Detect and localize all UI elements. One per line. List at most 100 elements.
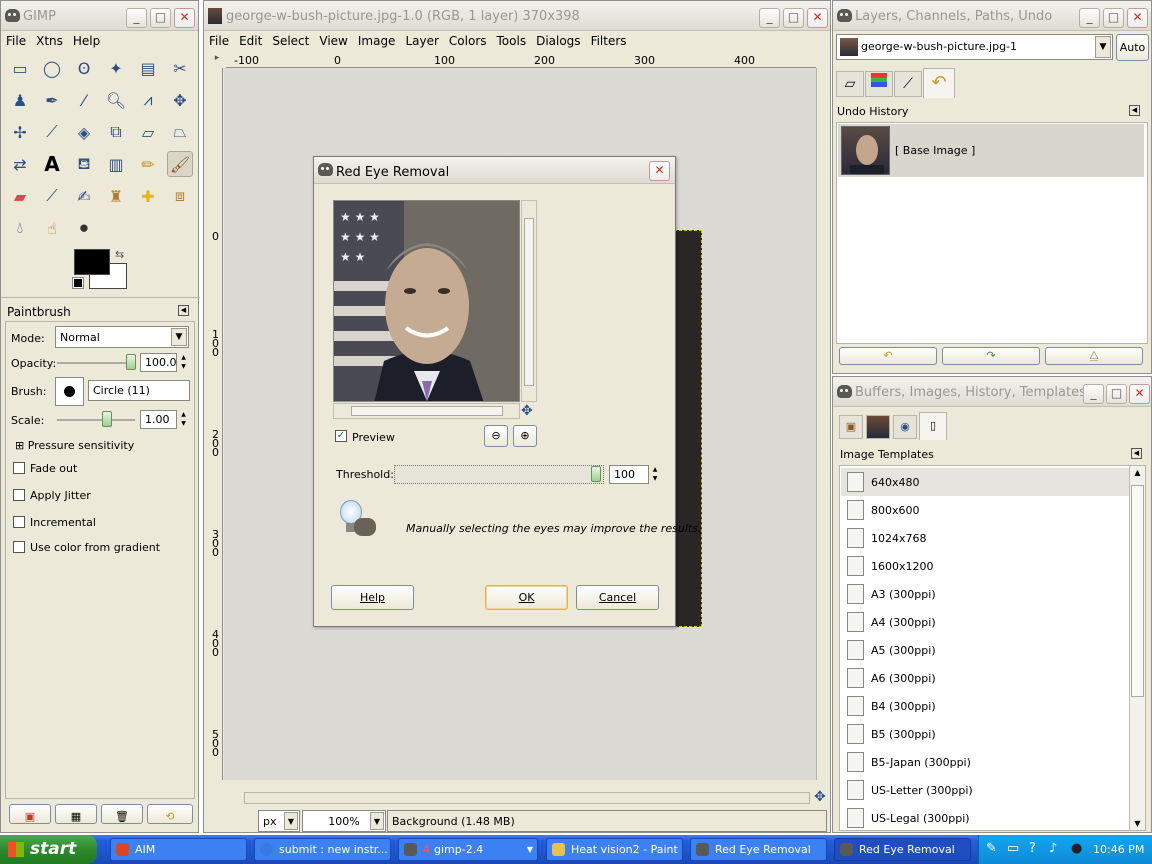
maximize-button[interactable]: □ [1106,384,1127,404]
delete-options-button[interactable]: 🗑︎ [101,804,143,824]
menu-dialogs[interactable]: Dialogs [531,31,585,51]
templates-scrollbar[interactable]: ▲ ▼ [1129,466,1145,830]
menu-colors[interactable]: Colors [444,31,492,51]
template-row[interactable]: 1024x768 [841,524,1129,552]
zoom-out-button[interactable]: ⊖ [484,425,508,447]
undo-menu-icon[interactable]: ◀ [1129,105,1140,116]
perspective-icon[interactable]: ⏢ [167,119,193,145]
help-button[interactable]: Help [331,585,414,610]
tab-buffers[interactable]: ▣ [839,415,863,439]
foreground-color-swatch[interactable] [74,249,110,275]
redo-button[interactable]: ↷ [942,347,1040,365]
template-row[interactable]: US-Legal (300ppi) [841,804,1129,832]
menu-file[interactable]: File [204,31,234,51]
tray-pen-icon[interactable]: ✎ [986,841,997,856]
move-icon[interactable]: ✥ [167,87,193,113]
image-layer[interactable] [674,230,702,627]
bucket-fill-icon[interactable]: ⛾ [71,151,97,177]
brush-preview[interactable] [55,377,84,406]
zoom-in-button[interactable]: ⊕ [513,425,537,447]
opacity-spin-icon[interactable]: ▲ ▼ [178,353,189,372]
templates-titlebar[interactable]: Buffers, Images, History, Templates _ □ … [833,377,1151,407]
close-button[interactable]: ✕ [1129,384,1150,404]
threshold-slider-handle[interactable] [591,466,601,482]
perspective-clone-icon[interactable]: ⧈ [167,183,193,209]
airbrush-icon[interactable]: ⟋ [39,183,65,209]
scroll-thumb[interactable] [1131,485,1144,697]
paths-icon[interactable]: ✒ [39,87,65,113]
minimize-button[interactable]: _ [759,8,780,28]
flip-icon[interactable]: ⇄ [7,151,33,177]
maximize-button[interactable]: □ [150,8,171,28]
tab-paths[interactable]: ⟋ [894,71,922,97]
task-paint[interactable]: Heat vision2 - Paint [546,838,683,861]
tray-help-icon[interactable]: ? [1029,841,1036,856]
template-row[interactable]: 1600x1200 [841,552,1129,580]
scissors-icon[interactable]: ✂ [167,55,193,81]
unit-select[interactable]: px ▼ [258,810,300,832]
minimize-button[interactable]: _ [1083,384,1104,404]
navigate-icon[interactable]: ✥ [521,403,533,419]
blur-icon[interactable]: 💧︎ [7,215,33,241]
scroll-down-icon[interactable]: ▼ [1130,819,1145,828]
color-select-icon[interactable]: ▤ [135,55,161,81]
apply-jitter-checkbox[interactable] [13,489,25,501]
auto-button[interactable]: Auto [1116,34,1149,61]
tab-channels[interactable] [865,71,893,97]
threshold-slider[interactable] [394,465,604,484]
tab-history[interactable]: ◉ [893,415,917,439]
horizontal-scrollbar[interactable] [244,792,810,804]
tab-undo[interactable]: ↶ [923,68,955,98]
image-titlebar[interactable]: george-w-bush-picture.jpg-1.0 (RGB, 1 la… [204,1,830,31]
task-red-eye-2[interactable]: Red Eye Removal [834,838,971,861]
foreground-select-icon[interactable]: ♟ [7,87,33,113]
measure-icon[interactable]: ⩘ [135,87,161,113]
clear-undo-button[interactable]: ⧋ [1045,347,1143,365]
color-picker-icon[interactable]: ⁄ [71,87,97,113]
dodge-burn-icon[interactable]: ⚫ [71,215,97,241]
template-row[interactable]: A6 (300ppi) [841,664,1129,692]
threshold-input[interactable]: 100 [609,465,649,484]
menu-filters[interactable]: Filters [586,31,632,51]
incremental-checkbox[interactable] [13,516,25,528]
lasso-icon[interactable]: ʘ [71,55,97,81]
template-row[interactable]: A4 (300ppi) [841,608,1129,636]
opacity-slider-handle[interactable] [126,354,136,370]
scale-slider[interactable] [57,419,135,421]
tab-layers[interactable]: ▱ [836,71,864,97]
menu-xtns[interactable]: Xtns [31,31,68,51]
save-options-button[interactable]: ▣ [9,804,51,824]
ok-button[interactable]: OK [485,585,568,610]
smudge-icon[interactable]: ☝ [39,215,65,241]
menu-layer[interactable]: Layer [400,31,443,51]
maximize-button[interactable]: □ [1103,8,1124,28]
tab-images[interactable] [866,415,890,439]
image-select[interactable]: george-w-bush-picture.jpg-1 ▼ [836,34,1113,60]
vertical-scrollbar[interactable] [816,68,830,780]
clone-icon[interactable]: ♜ [103,183,129,209]
preview-checkbox[interactable]: ✓ [335,430,347,442]
brush-name-field[interactable]: Circle (11) [88,380,190,401]
pressure-expander[interactable]: ⊞ Pressure sensitivity [15,439,134,452]
default-colors-icon[interactable] [72,277,84,289]
tray-volume-icon[interactable]: ♪ [1049,841,1057,856]
swap-colors-icon[interactable]: ⇆ [115,248,124,261]
scale-input[interactable]: 1.00 [140,410,177,429]
eraser-icon[interactable]: ▰ [7,183,33,209]
pencil-icon[interactable]: ✏ [135,151,161,177]
menu-edit[interactable]: Edit [234,31,267,51]
template-row[interactable]: A3 (300ppi) [841,580,1129,608]
blend-icon[interactable]: ▥ [103,151,129,177]
menu-tools[interactable]: Tools [492,31,532,51]
menu-file[interactable]: File [1,31,31,51]
reset-options-button[interactable]: ⟲ [147,804,193,824]
crop-icon[interactable]: ⟋ [39,119,65,145]
heal-icon[interactable]: ✚ [135,183,161,209]
mode-select[interactable]: Normal ▼ [55,326,189,348]
rotate-icon[interactable]: ◈ [71,119,97,145]
undo-history-item[interactable]: [ Base Image ] [838,124,1144,177]
menu-view[interactable]: View [314,31,352,51]
template-row[interactable]: US-Letter (300ppi) [841,776,1129,804]
maximize-button[interactable]: □ [783,8,804,28]
cancel-button[interactable]: Cancel [576,585,659,610]
